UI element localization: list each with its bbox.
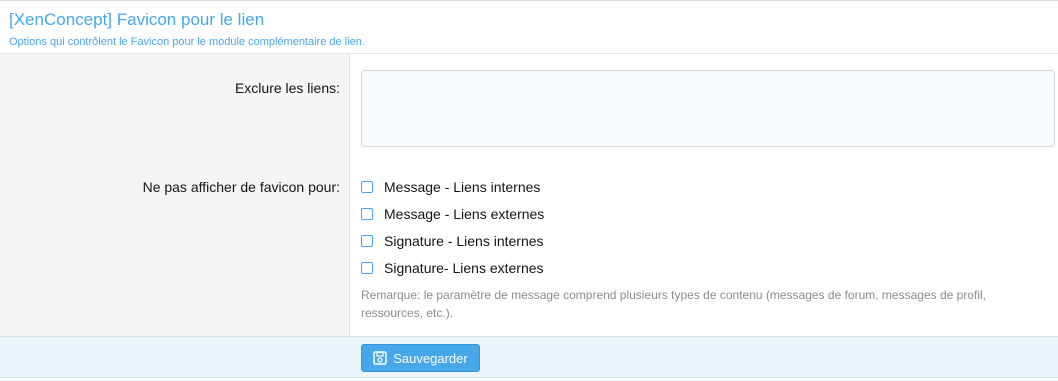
checkbox-label: Message - Liens internes: [384, 179, 541, 195]
label-column: [0, 54, 350, 336]
checkbox-label: Signature - Liens internes: [384, 233, 544, 249]
remark-text: Remarque: le paramètre de message compre…: [361, 288, 986, 320]
block-description: Options qui contrôlent le Favicon pour l…: [9, 36, 365, 48]
checkbox[interactable]: [361, 208, 373, 220]
checkbox-option-message-external[interactable]: Message - Liens externes: [361, 204, 544, 224]
checkbox[interactable]: [361, 262, 373, 274]
exclude-links-textarea[interactable]: [361, 70, 1055, 147]
save-icon: [373, 351, 388, 365]
checkbox-label: Message - Liens externes: [384, 206, 545, 222]
options-block: [XenConcept] Favicon pour le lien Option…: [0, 0, 1058, 381]
checkbox-option-message-internal[interactable]: Message - Liens internes: [361, 177, 540, 197]
checkbox-option-signature-internal[interactable]: Signature - Liens internes: [361, 231, 544, 251]
checkbox-option-signature-external[interactable]: Signature- Liens externes: [361, 258, 544, 278]
exclude-links-label: Exclure les liens:: [234, 80, 340, 96]
form-footer: Sauvegarder: [0, 336, 1058, 378]
no-favicon-label: Ne pas afficher de favicon pour:: [142, 179, 340, 195]
checkbox[interactable]: [361, 181, 373, 193]
save-button[interactable]: Sauvegarder: [361, 344, 480, 372]
block-title: [XenConcept] Favicon pour le lien: [9, 10, 265, 29]
save-button-label: Sauvegarder: [393, 350, 468, 366]
block-header: [XenConcept] Favicon pour le lien Option…: [0, 2, 1058, 54]
checkbox-label: Signature- Liens externes: [384, 260, 544, 276]
checkbox[interactable]: [361, 235, 373, 247]
